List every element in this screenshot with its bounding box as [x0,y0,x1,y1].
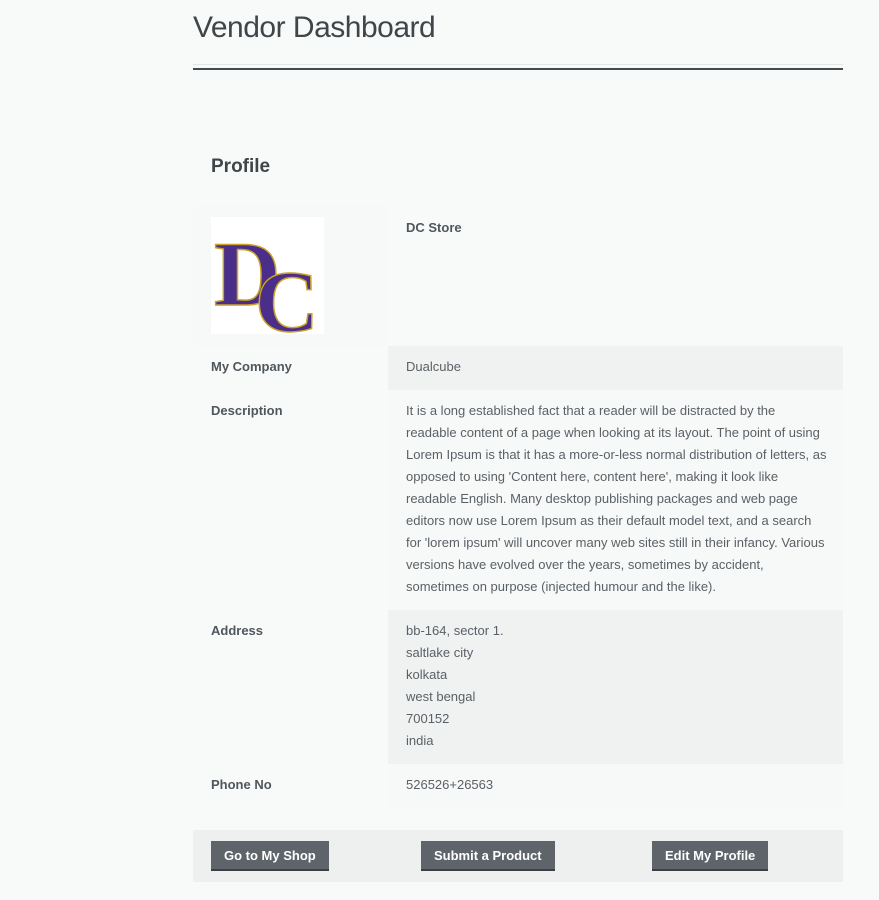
address-line: kolkata [406,667,448,682]
vendor-dashboard: Vendor Dashboard Profile D C DC Store My… [193,0,843,882]
address-line: bb-164, sector 1. [406,623,504,638]
title-divider [193,68,843,70]
description-label: Description [211,403,283,418]
address-line: 700152 [406,711,450,726]
phone-value: 526526+26563 [406,777,494,792]
title-divider-thin [193,64,843,65]
profile-actions-bar: Go to My Shop Submit a Product Edit My P… [193,830,843,882]
go-to-my-shop-button[interactable]: Go to My Shop [211,841,329,871]
store-logo: D C [211,217,324,352]
store-name: DC Store [406,220,462,235]
description-value: It is a long established fact that a rea… [406,403,827,594]
edit-profile-button[interactable]: Edit My Profile [652,841,769,871]
company-row: My Company Dualcube [193,346,843,390]
profile-table: D C DC Store My Company Dualcube Descrip… [193,206,843,808]
submit-product-button[interactable]: Submit a Product [421,841,555,871]
address-row: Address bb-164, sector 1. saltlake city … [193,610,843,764]
address-line: west bengal [406,689,476,704]
address-line: saltlake city [406,645,474,660]
profile-logo-row: D C DC Store [193,206,843,352]
logo-letter-c: C [255,254,319,334]
dc-logo-icon: D C [213,222,319,352]
address-value: bb-164, sector 1. saltlake city kolkata … [388,610,843,764]
phone-label: Phone No [211,777,272,792]
profile-section-title: Profile [211,156,271,177]
description-row: Description It is a long established fac… [193,390,843,610]
company-value: Dualcube [406,359,461,374]
address-label: Address [211,623,264,638]
phone-row: Phone No 526526+26563 [193,764,843,808]
address-line: india [406,733,434,748]
company-label: My Company [211,359,292,374]
page-title: Vendor Dashboard [193,11,436,44]
